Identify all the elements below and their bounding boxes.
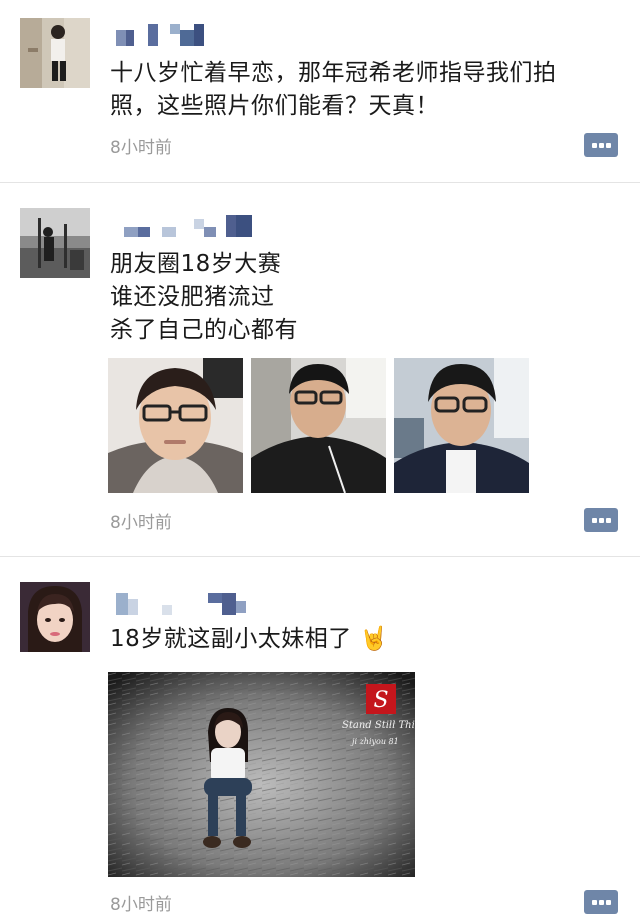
username-mosaic[interactable] <box>110 213 260 241</box>
post-text: 朋友圈18岁大赛 谁还没肥猪流过 杀了自己的心都有 <box>110 248 620 347</box>
avatar-photo-icon <box>20 208 90 278</box>
post-text-line: 谁还没肥猪流过 <box>110 284 275 310</box>
selfie-photo-icon <box>394 358 529 493</box>
post-text-line: 杀了自己的心都有 <box>110 317 298 343</box>
rock-hand-emoji-icon: 🤘 <box>359 626 389 652</box>
post-time: 8小时前 <box>110 513 172 533</box>
post-text-line: 照，这些照片你们能看？天真！ <box>110 93 439 119</box>
selfie-photo-icon <box>251 358 386 493</box>
post-text-line: 朋友圈18岁大赛 <box>110 251 282 277</box>
photo-caption-line: Stand Still Thin <box>342 720 415 731</box>
moment-post-3: 18岁就这副小太妹相了 🤘 S Stand Still Thin ji zhiy… <box>0 557 640 920</box>
comment-dots-icon[interactable] <box>584 890 618 914</box>
post-text-line: 18岁就这副小太妹相了 <box>110 626 352 652</box>
post-time: 8小时前 <box>110 138 172 158</box>
photo-caption-line: ji zhiyou 81 <box>350 737 399 746</box>
post-photo-large[interactable]: S Stand Still Thin ji zhiyou 81 <box>108 672 415 877</box>
moment-post-1: 十八岁忙着早恋，那年冠希老师指导我们拍 照，这些照片你们能看？天真！ 8小时前 <box>0 0 640 180</box>
username-mosaic[interactable] <box>110 24 210 52</box>
avatar-photo-icon <box>20 582 90 652</box>
post-photo-2[interactable] <box>251 358 386 493</box>
sitting-girl-photo-icon: S Stand Still Thin ji zhiyou 81 <box>108 672 415 877</box>
avatar[interactable] <box>20 208 90 278</box>
post-text-line: 十八岁忙着早恋，那年冠希老师指导我们拍 <box>110 60 557 86</box>
post-text: 十八岁忙着早恋，那年冠希老师指导我们拍 照，这些照片你们能看？天真！ <box>110 57 620 123</box>
svg-text:S: S <box>373 688 388 713</box>
selfie-photo-icon <box>108 358 243 493</box>
post-photo-3[interactable] <box>394 358 529 493</box>
avatar-photo-icon <box>20 18 90 88</box>
avatar[interactable] <box>20 18 90 88</box>
comment-dots-icon[interactable] <box>584 508 618 532</box>
comment-dots-icon[interactable] <box>584 133 618 157</box>
avatar[interactable] <box>20 582 90 652</box>
post-photo-1[interactable] <box>108 358 243 493</box>
username-mosaic[interactable] <box>110 591 250 619</box>
moment-post-2: 朋友圈18岁大赛 谁还没肥猪流过 杀了自己的心都有 8小时前 <box>0 183 640 555</box>
post-text: 18岁就这副小太妹相了 🤘 <box>110 623 620 656</box>
post-time: 8小时前 <box>110 895 172 915</box>
